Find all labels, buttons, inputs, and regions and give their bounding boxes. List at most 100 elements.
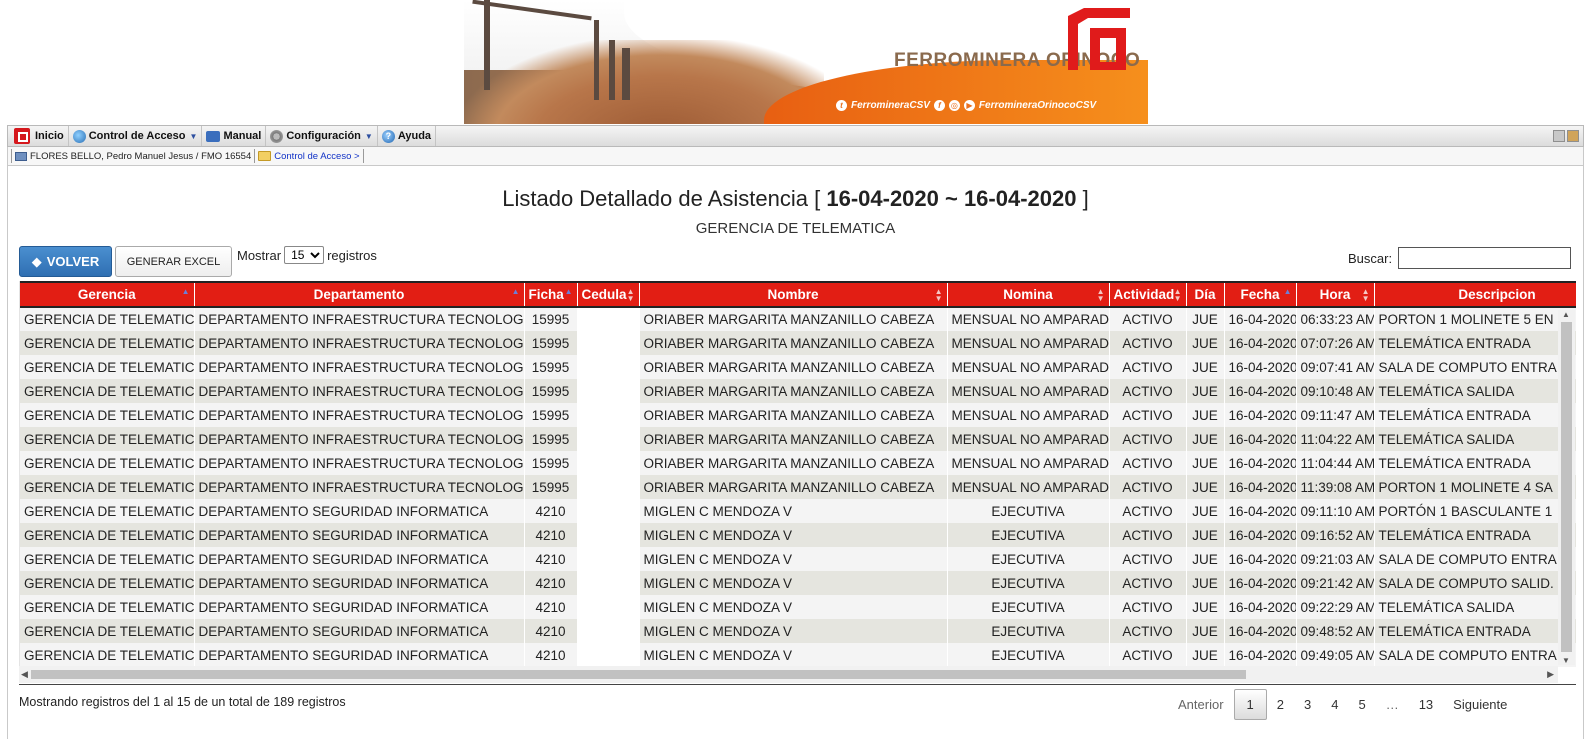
pagination-page[interactable]: 3 [1294, 690, 1321, 719]
table-cell: DEPARTAMENTO INFRAESTRUCTURA TECNOLOGICA [194, 331, 525, 355]
user-name: FLORES BELLO, Pedro Manuel Jesus / FMO 1… [30, 150, 252, 162]
scroll-thumb[interactable] [31, 670, 1246, 679]
pagination-page[interactable]: 1 [1233, 689, 1267, 720]
page-length-select[interactable]: 15 [284, 246, 325, 264]
pagination-next[interactable]: Siguiente [1443, 690, 1517, 719]
table-cell: MENSUAL NO AMPARADA [947, 379, 1110, 403]
table-cell: MENSUAL NO AMPARADA [947, 475, 1110, 499]
table-cell: JUE [1186, 595, 1225, 619]
table-cell: 11:39:08 AM [1296, 475, 1375, 499]
divider [362, 149, 364, 163]
table-row[interactable]: GERENCIA DE TELEMATICA DEPARTAMENTO INFRA… [20, 307, 1576, 331]
col-descripcion[interactable]: Descripcion [1374, 281, 1576, 308]
table-cell: PORTON 1 MOLINETE 5 EN [1374, 307, 1576, 331]
col-nomina[interactable]: Nomina ▲ ▼ [947, 281, 1110, 308]
table-cell: GERENCIA DE TELEMATICA [20, 427, 195, 451]
breadcrumb-control-acceso[interactable]: Control de Acceso > [258, 151, 360, 162]
table-cell: GERENCIA DE TELEMATICA [20, 523, 195, 547]
table-cell: EJECUTIVA [947, 523, 1110, 547]
table-row[interactable]: GERENCIA DE TELEMATICA DEPARTAMENTO SEGUR… [20, 643, 1576, 667]
records-label: registros [327, 247, 377, 263]
menu-control-acceso[interactable]: Control de Acceso ▼ [69, 126, 203, 146]
table-cell: ACTIVO [1109, 499, 1187, 523]
scroll-down-icon[interactable]: ▼ [1562, 656, 1570, 665]
title-prefix: Listado Detallado de Asistencia [ [502, 186, 821, 211]
col-fecha[interactable]: Fecha ▲ [1224, 281, 1297, 308]
table-cell: GERENCIA DE TELEMATICA [20, 451, 195, 475]
social-links: t FerromineraCSV f ◎ ▶ FerromineraOrinoc… [836, 100, 1096, 111]
table-row[interactable]: GERENCIA DE TELEMATICA DEPARTAMENTO SEGUR… [20, 523, 1576, 547]
scroll-thumb[interactable] [1561, 322, 1572, 652]
table-cell: MIGLEN C MENDOZA V [639, 571, 948, 595]
table-row[interactable]: GERENCIA DE TELEMATICA DEPARTAMENTO INFRA… [20, 379, 1576, 403]
table-row[interactable]: GERENCIA DE TELEMATICA DEPARTAMENTO INFRA… [20, 475, 1576, 499]
col-departamento[interactable]: Departamento ▲ [194, 281, 525, 308]
current-user: FLORES BELLO, Pedro Manuel Jesus / FMO 1… [15, 151, 251, 162]
table-cell: DEPARTAMENTO INFRAESTRUCTURA TECNOLOGICA [194, 355, 525, 379]
table-cell: 09:10:48 AM [1296, 379, 1375, 403]
table-row[interactable]: GERENCIA DE TELEMATICA DEPARTAMENTO INFRA… [20, 451, 1576, 475]
volver-button[interactable]: ◆ VOLVER [19, 246, 112, 277]
menu-ayuda[interactable]: ? Ayuda [378, 126, 437, 146]
menu-manual[interactable]: Manual [202, 126, 267, 146]
table-cell: MIGLEN C MENDOZA V [639, 499, 948, 523]
table-row[interactable]: GERENCIA DE TELEMATICA DEPARTAMENTO INFRA… [20, 427, 1576, 451]
twitter-icon: t [836, 100, 847, 111]
table-row[interactable]: GERENCIA DE TELEMATICA DEPARTAMENTO INFRA… [20, 403, 1576, 427]
table-cell: MIGLEN C MENDOZA V [639, 595, 948, 619]
menu-inicio[interactable]: Inicio [8, 126, 69, 146]
table-cell: TELEMÁTICA SALIDA [1374, 427, 1576, 451]
window-tools [1553, 130, 1583, 142]
scroll-left-icon[interactable]: ◀ [21, 669, 28, 680]
table-cell: 16-04-2020 [1224, 475, 1297, 499]
divider [11, 149, 12, 163]
sort-both-icon: ▲ ▼ [934, 287, 943, 303]
generar-excel-button[interactable]: GENERAR EXCEL [115, 246, 232, 277]
table-cell: JUE [1186, 307, 1225, 331]
sort-both-icon: ▲ ▼ [626, 287, 635, 303]
pagination-previous[interactable]: Anterior [1168, 690, 1234, 719]
table-row[interactable]: GERENCIA DE TELEMATICA DEPARTAMENTO SEGUR… [20, 547, 1576, 571]
col-dia[interactable]: Día [1186, 281, 1225, 308]
exit-icon[interactable] [1567, 130, 1579, 142]
table-cell: 16-04-2020 [1224, 499, 1297, 523]
table-cell: ORIABER MARGARITA MANZANILLO CABEZA [639, 379, 948, 403]
table-row[interactable]: GERENCIA DE TELEMATICA DEPARTAMENTO INFRA… [20, 331, 1576, 355]
table-row[interactable]: GERENCIA DE TELEMATICA DEPARTAMENTO INFRA… [20, 355, 1576, 379]
scroll-up-icon[interactable]: ▲ [1562, 310, 1570, 319]
table-row[interactable]: GERENCIA DE TELEMATICA DEPARTAMENTO SEGUR… [20, 571, 1576, 595]
table-cell: DEPARTAMENTO SEGURIDAD INFORMATICA [194, 643, 525, 667]
divider [254, 149, 256, 163]
table-cell: 4210 [524, 547, 578, 571]
table-row[interactable]: GERENCIA DE TELEMATICA DEPARTAMENTO SEGUR… [20, 619, 1576, 643]
search-input[interactable] [1398, 247, 1572, 269]
col-nombre[interactable]: Nombre ▲ ▼ [639, 281, 948, 308]
table-cell: DEPARTAMENTO SEGURIDAD INFORMATICA [194, 523, 525, 547]
pagination-page[interactable]: 2 [1267, 690, 1294, 719]
pagination-page[interactable]: 5 [1348, 690, 1375, 719]
header-label: Actividad [1113, 287, 1175, 302]
chevron-down-icon: ▼ [189, 131, 198, 141]
table-cell [577, 643, 640, 667]
table-cell: TELEMÁTICA SALIDA [1374, 595, 1576, 619]
print-icon[interactable] [1553, 130, 1565, 142]
scroll-right-icon[interactable]: ▶ [1547, 669, 1554, 680]
vertical-scrollbar[interactable]: ▲ ▼ [1558, 310, 1575, 665]
user-card-icon [15, 151, 27, 161]
col-actividad[interactable]: Actividad ▲ ▼ [1109, 281, 1187, 308]
table-row[interactable]: GERENCIA DE TELEMATICA DEPARTAMENTO SEGUR… [20, 595, 1576, 619]
table-row[interactable]: GERENCIA DE TELEMATICA DEPARTAMENTO SEGUR… [20, 499, 1576, 523]
horizontal-scrollbar[interactable]: ◀ ▶ [19, 666, 1558, 683]
pagination-page[interactable]: 4 [1321, 690, 1348, 719]
col-ficha[interactable]: Ficha ▲ [524, 281, 578, 308]
col-hora[interactable]: Hora ▲ ▼ [1296, 281, 1375, 308]
table-cell: ACTIVO [1109, 475, 1187, 499]
col-cedula[interactable]: Cedula ▲ ▼ [577, 281, 640, 308]
menu-configuracion[interactable]: Configuración ▼ [266, 126, 378, 146]
pagination-page[interactable]: 13 [1409, 690, 1443, 719]
table-cell: DEPARTAMENTO INFRAESTRUCTURA TECNOLOGICA [194, 451, 525, 475]
col-gerencia[interactable]: Gerencia ▲ [20, 281, 195, 308]
table-cell: ORIABER MARGARITA MANZANILLO CABEZA [639, 355, 948, 379]
table-bottom-border [19, 684, 1576, 685]
sort-asc-icon: ▲ [181, 287, 190, 296]
